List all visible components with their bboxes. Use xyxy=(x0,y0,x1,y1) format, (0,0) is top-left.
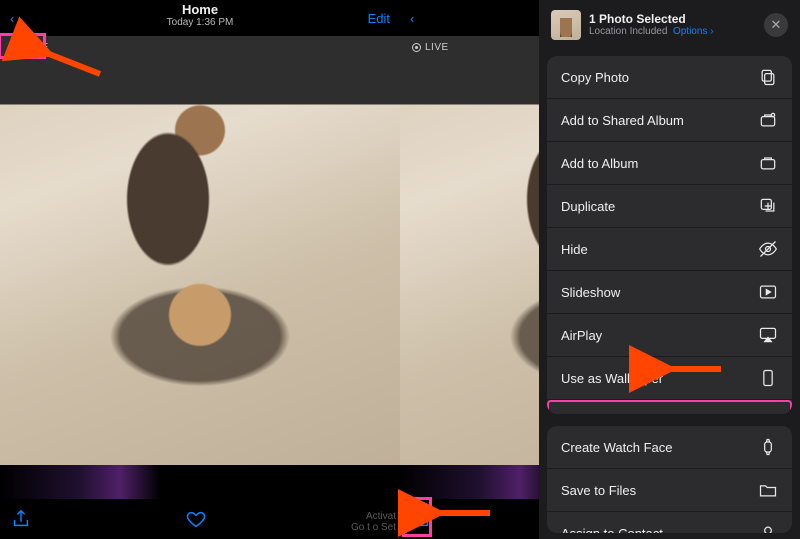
play-icon xyxy=(758,282,778,302)
close-button[interactable]: ✕ xyxy=(764,13,788,37)
nav-title: Home xyxy=(182,2,218,17)
toolbar xyxy=(0,499,400,539)
edit-button[interactable]: Edit xyxy=(350,11,390,26)
action-shared-album[interactable]: Add to Shared Album xyxy=(547,99,792,142)
action-label: Slideshow xyxy=(561,285,620,300)
video-icon xyxy=(758,411,778,414)
action-play[interactable]: Slideshow xyxy=(547,271,792,314)
nav-bar: ‹ Home Today 1:36 PM Edit xyxy=(0,0,400,36)
action-label: Duplicate xyxy=(561,199,615,214)
action-wallpaper[interactable]: Use as Wallpaper xyxy=(547,357,792,400)
wallpaper-icon xyxy=(758,368,778,388)
action-label: AirPlay xyxy=(561,328,602,343)
live-badge: LIVE xyxy=(6,40,55,55)
action-label: Create Watch Face xyxy=(561,440,673,455)
action-label: Add to Album xyxy=(561,156,638,171)
thumbnail-strip[interactable] xyxy=(0,465,400,499)
action-label: Add to Shared Album xyxy=(561,113,684,128)
action-label: Hide xyxy=(561,242,588,257)
action-copy[interactable]: Copy Photo xyxy=(547,56,792,99)
watch-icon xyxy=(758,437,778,457)
photo-view[interactable]: LIVE xyxy=(0,36,400,465)
action-album[interactable]: Add to Album xyxy=(547,142,792,185)
back-button[interactable]: ‹ xyxy=(410,11,450,26)
live-icon xyxy=(412,43,421,52)
hide-icon xyxy=(758,239,778,259)
duplicate-icon xyxy=(758,196,778,216)
action-video[interactable]: Save as Video xyxy=(547,400,792,414)
contact-icon xyxy=(758,523,778,533)
share-sheet: 1 Photo Selected Location Included Optio… xyxy=(539,0,800,539)
airplay-icon xyxy=(758,325,778,345)
favorite-icon[interactable] xyxy=(185,508,207,530)
action-group-1: Copy Photo Add to Shared Album Add to Albu… xyxy=(547,56,792,414)
action-folder[interactable]: Save to Files xyxy=(547,469,792,512)
copy-icon xyxy=(758,67,778,87)
share-subtitle: Location Included Options › xyxy=(589,26,756,38)
nav-subtitle: Today 1:36 PM xyxy=(0,17,400,28)
share-sheet-header: 1 Photo Selected Location Included Optio… xyxy=(539,0,800,50)
action-airplay[interactable]: AirPlay xyxy=(547,314,792,357)
share-thumbnail xyxy=(551,10,581,40)
shared-album-icon xyxy=(758,110,778,130)
options-link[interactable]: Options › xyxy=(673,26,714,37)
action-hide[interactable]: Hide xyxy=(547,228,792,271)
back-button[interactable]: ‹ xyxy=(10,11,50,26)
action-duplicate[interactable]: Duplicate xyxy=(547,185,792,228)
share-icon[interactable] xyxy=(410,508,432,530)
live-icon xyxy=(12,43,21,52)
action-label: Assign to Contact xyxy=(561,526,663,533)
action-watch[interactable]: Create Watch Face xyxy=(547,426,792,469)
phone-screen-1: ‹ Home Today 1:36 PM Edit LIVE xyxy=(0,0,400,539)
action-label: Use as Wallpaper xyxy=(561,371,663,386)
live-badge: LIVE xyxy=(406,40,455,55)
action-label: Save to Files xyxy=(561,483,636,498)
action-contact[interactable]: Assign to Contact xyxy=(547,512,792,533)
action-label: Save as Video xyxy=(561,414,645,415)
action-group-2: Create Watch Face Save to Files Assign to … xyxy=(547,426,792,533)
folder-icon xyxy=(758,480,778,500)
share-icon[interactable] xyxy=(10,508,32,530)
share-title: 1 Photo Selected xyxy=(589,12,756,26)
action-label: Copy Photo xyxy=(561,70,629,85)
album-icon xyxy=(758,153,778,173)
